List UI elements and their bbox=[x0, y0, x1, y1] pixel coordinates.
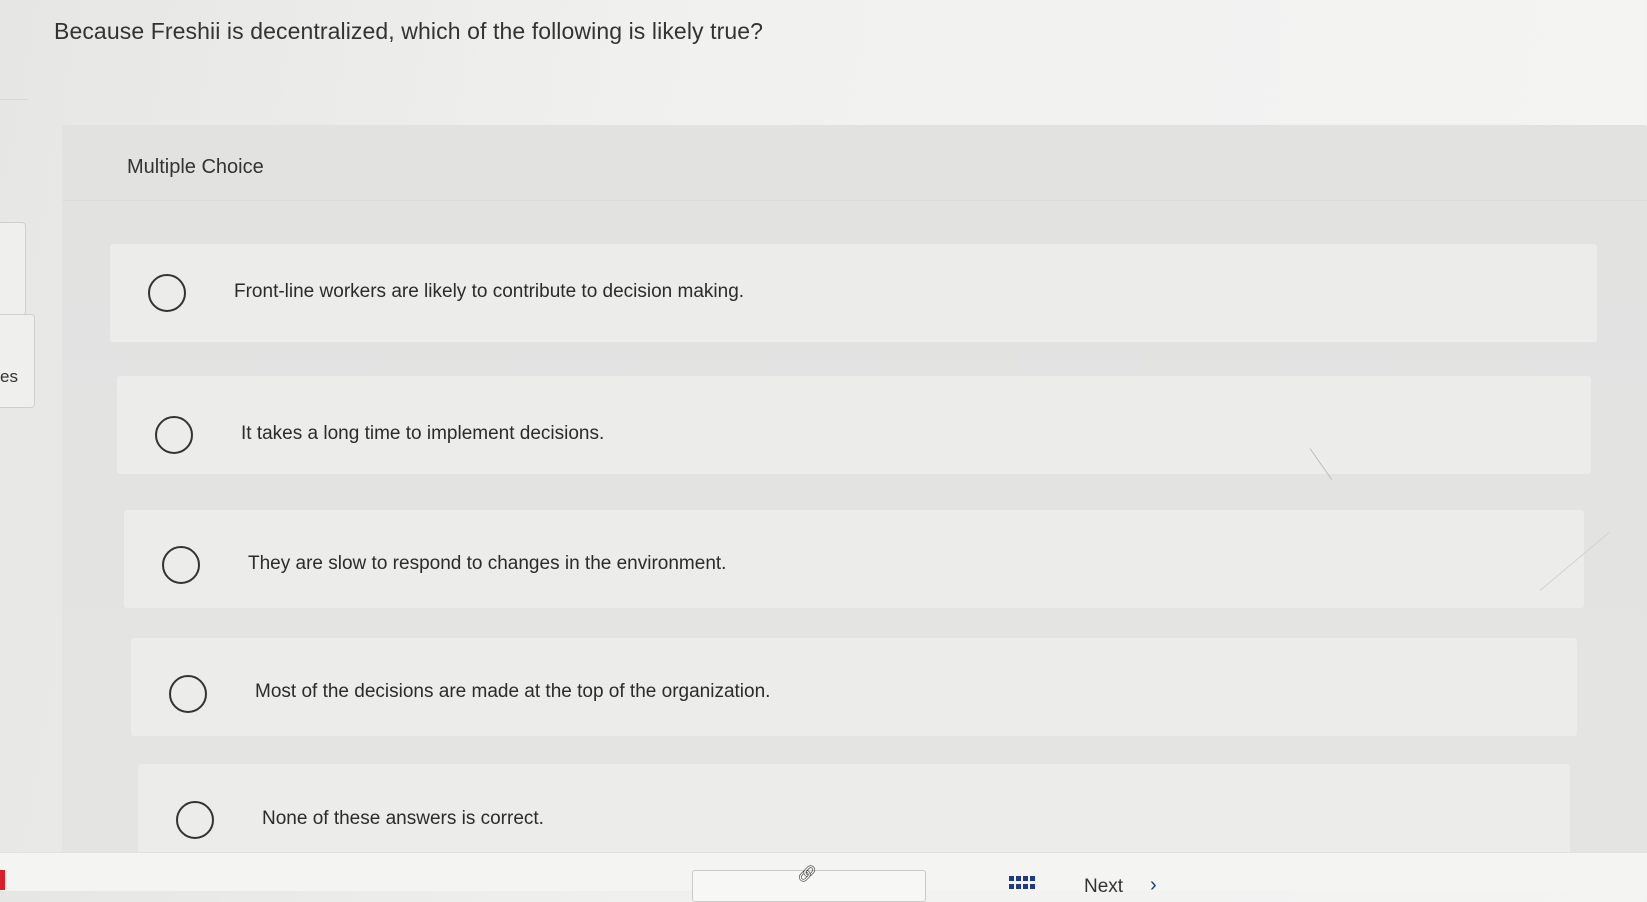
multiple-choice-label: Multiple Choice bbox=[127, 156, 264, 178]
brand-red-mark bbox=[0, 870, 5, 890]
radio-button[interactable] bbox=[176, 801, 214, 839]
choice-text: They are slow to respond to changes in t… bbox=[248, 553, 727, 574]
grid-icon-cell bbox=[1016, 884, 1021, 889]
choice-option[interactable]: Most of the decisions are made at the to… bbox=[131, 638, 1577, 736]
question-text: Because Freshii is decentralized, which … bbox=[54, 18, 764, 44]
radio-button[interactable] bbox=[148, 274, 186, 312]
choice-option[interactable]: They are slow to respond to changes in t… bbox=[124, 510, 1584, 608]
grid-icon-cell bbox=[1009, 884, 1014, 889]
grid-icon-cell bbox=[1023, 876, 1028, 881]
radio-button[interactable] bbox=[155, 416, 193, 454]
radio-button[interactable] bbox=[162, 546, 200, 584]
choice-text: It takes a long time to implement decisi… bbox=[241, 423, 605, 444]
left-rule bbox=[0, 99, 28, 100]
chevron-right-icon[interactable]: › bbox=[1150, 874, 1157, 897]
side-panel-lower bbox=[0, 314, 35, 408]
choice-text: Front-line workers are likely to contrib… bbox=[234, 281, 745, 302]
side-panel-label: es bbox=[0, 367, 18, 386]
grid-icon-cell bbox=[1009, 876, 1014, 881]
grid-icon-cell bbox=[1030, 884, 1035, 889]
choice-option[interactable]: None of these answers is correct. bbox=[138, 764, 1570, 862]
mc-header-divider bbox=[62, 200, 1647, 201]
side-panel bbox=[0, 222, 26, 316]
choice-option[interactable]: Front-line workers are likely to contrib… bbox=[110, 244, 1597, 342]
next-button[interactable]: Next bbox=[1084, 876, 1123, 898]
choice-option[interactable]: It takes a long time to implement decisi… bbox=[117, 376, 1591, 474]
grid-icon-cell bbox=[1030, 876, 1035, 881]
radio-button[interactable] bbox=[169, 675, 207, 713]
choice-text: Most of the decisions are made at the to… bbox=[255, 681, 771, 702]
grid-icon[interactable] bbox=[1009, 876, 1035, 890]
multiple-choice-container bbox=[62, 125, 1647, 855]
grid-icon-cell bbox=[1023, 884, 1028, 889]
choice-text: None of these answers is correct. bbox=[262, 808, 544, 829]
grid-icon-cell bbox=[1016, 876, 1021, 881]
link-icon[interactable]: 🔗︎ bbox=[797, 864, 817, 884]
